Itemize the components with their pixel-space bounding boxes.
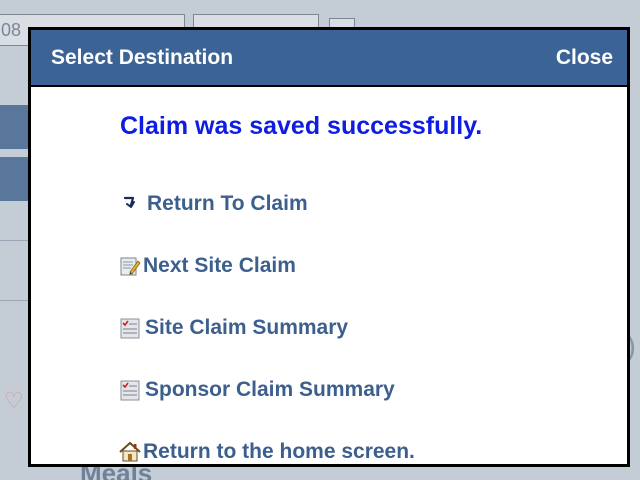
return-home-link[interactable]: Return to the home screen. bbox=[119, 421, 415, 480]
home-icon bbox=[119, 441, 141, 463]
return-to-claim-label: Return To Claim bbox=[147, 192, 308, 215]
dialog-title: Select Destination bbox=[51, 45, 234, 69]
background-nav-band bbox=[0, 105, 30, 149]
success-message: Claim was saved successfully. bbox=[120, 112, 483, 140]
edit-document-icon bbox=[119, 255, 141, 277]
next-site-claim-link[interactable]: Next Site Claim bbox=[119, 235, 415, 297]
next-site-claim-label: Next Site Claim bbox=[143, 254, 296, 277]
site-claim-summary-link[interactable]: Site Claim Summary bbox=[119, 297, 415, 359]
dialog-header: Select Destination Close bbox=[31, 30, 627, 87]
destination-menu: Return To Claim Next Site Claim Site Cla… bbox=[119, 173, 415, 480]
checklist-icon bbox=[119, 379, 141, 401]
close-button[interactable]: Close bbox=[556, 46, 613, 70]
background-divider bbox=[0, 240, 30, 241]
return-arrow-icon bbox=[119, 193, 141, 215]
background-nav-band-2 bbox=[0, 157, 30, 201]
background-divider-2 bbox=[0, 300, 30, 301]
background-partial-text: 08 bbox=[1, 20, 22, 40]
background-heart-icon: ♡ bbox=[4, 388, 24, 413]
sponsor-claim-summary-label: Sponsor Claim Summary bbox=[145, 378, 395, 401]
return-to-claim-link[interactable]: Return To Claim bbox=[119, 173, 415, 235]
select-destination-dialog: Select Destination Close Claim was saved… bbox=[28, 27, 630, 467]
checklist-icon bbox=[119, 317, 141, 339]
sponsor-claim-summary-link[interactable]: Sponsor Claim Summary bbox=[119, 359, 415, 421]
site-claim-summary-label: Site Claim Summary bbox=[145, 316, 349, 339]
return-home-label: Return to the home screen. bbox=[143, 440, 415, 463]
